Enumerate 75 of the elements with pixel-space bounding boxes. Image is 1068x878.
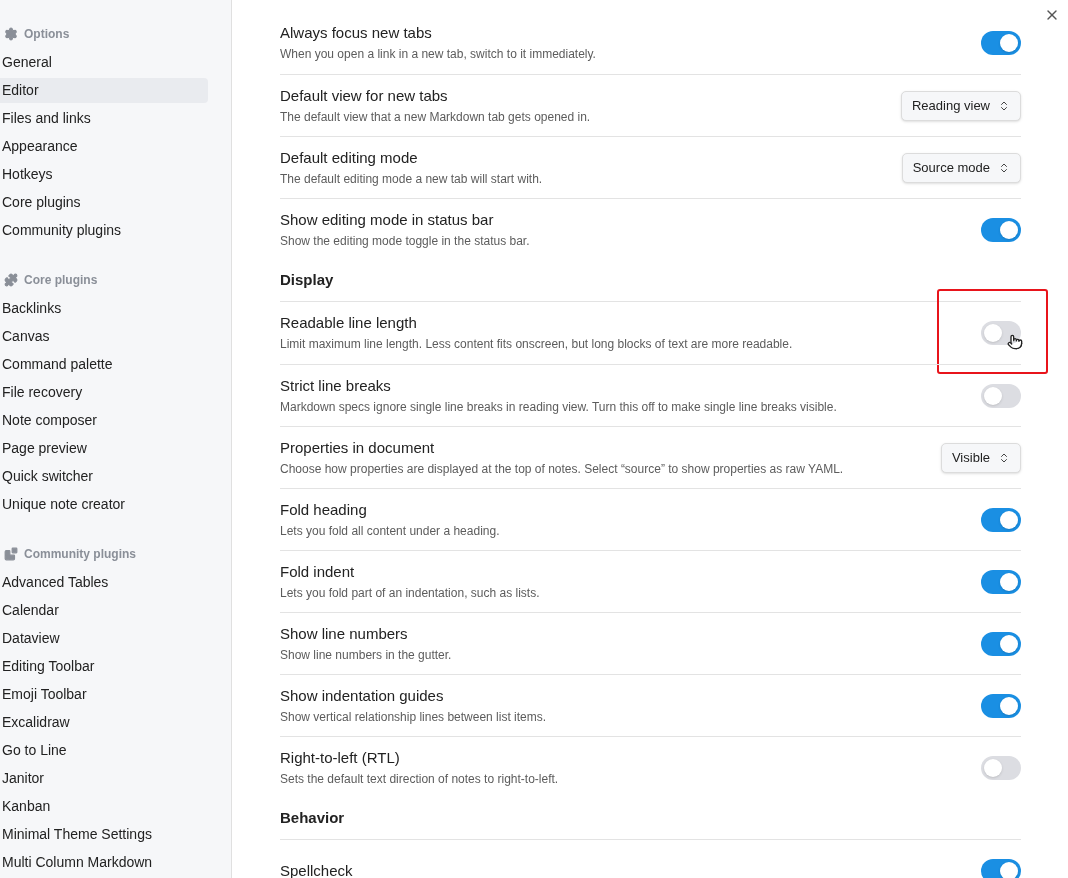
sidebar-item[interactable]: Page preview xyxy=(0,436,208,461)
sidebar-item[interactable]: Quick switcher xyxy=(0,464,208,489)
sidebar-item[interactable]: Files and links xyxy=(0,106,208,131)
sidebar-item[interactable]: File recovery xyxy=(0,380,208,405)
setting-description: The default view that a new Markdown tab gets opened in. xyxy=(280,109,592,125)
blocks-icon xyxy=(4,547,18,561)
setting-title: Default editing mode xyxy=(280,148,419,167)
sidebar-heading: Core plugins xyxy=(24,272,98,289)
settings-icon xyxy=(4,27,18,41)
setting-description: When you open a link in a new tab, switch to it immediately. xyxy=(280,47,597,62)
dropdown[interactable]: Reading view xyxy=(900,90,1021,121)
toggle-switch[interactable] xyxy=(981,755,1021,780)
setting-title: Show line numbers xyxy=(280,624,409,643)
sidebar-item[interactable]: General xyxy=(0,50,208,75)
setting-title: Always focus new tabs xyxy=(280,24,433,42)
chevron-icon xyxy=(998,161,1010,174)
toggle-switch[interactable] xyxy=(981,31,1021,55)
toggle-switch[interactable] xyxy=(981,321,1021,345)
sidebar-item[interactable]: Canvas xyxy=(0,324,208,349)
sidebar-item[interactable]: Dataview xyxy=(0,626,208,651)
toggle-switch[interactable] xyxy=(981,569,1021,594)
sidebar-item[interactable]: Unique note creator xyxy=(0,492,208,517)
sidebar-item[interactable]: Hotkeys xyxy=(0,162,208,187)
sidebar-item[interactable]: Advanced Tables xyxy=(0,570,208,595)
sidebar-item[interactable]: Minimal Theme Settings xyxy=(0,822,208,847)
sidebar-item[interactable]: Appearance xyxy=(0,134,208,159)
sidebar-heading: Community plugins xyxy=(24,546,136,563)
toggle-switch[interactable] xyxy=(981,859,1021,878)
setting-description: Show the editing mode toggle in the status bar. xyxy=(280,233,531,249)
sidebar-item[interactable]: Editing Toolbar xyxy=(0,654,208,679)
puzzle-icon xyxy=(4,273,18,287)
toggle-switch[interactable] xyxy=(981,631,1021,656)
setting-description: Lets you fold all content under a heading. xyxy=(280,523,501,539)
sidebar-item[interactable]: Calendar xyxy=(0,598,208,623)
setting-title: Right-to-left (RTL) xyxy=(280,748,401,767)
setting-description: Limit maximum line length. Less content fits onscreen, but long blocks of text are more readable. xyxy=(280,337,794,352)
sidebar-item[interactable]: Janitor xyxy=(0,766,208,791)
hand-pointer-icon xyxy=(1007,332,1023,352)
sidebar-item[interactable]: Community plugins xyxy=(0,218,208,243)
setting-description: Lets you fold part of an indentation, such as lists. xyxy=(280,585,541,601)
setting-title: Properties in document xyxy=(280,438,436,457)
setting-title: Show indentation guides xyxy=(280,686,445,705)
toggle-switch[interactable] xyxy=(981,507,1021,532)
dropdown[interactable]: Visible xyxy=(940,442,1021,473)
setting-title: Default view for new tabs xyxy=(280,86,449,105)
sidebar-item[interactable]: Note composer xyxy=(0,408,208,433)
setting-description: Markdown specs ignore single line breaks in reading view. Turn this off to make single line breaks visible. xyxy=(280,399,838,415)
setting-description: Show line numbers in the gutter. xyxy=(280,647,453,663)
setting-title: Fold indent xyxy=(280,562,356,581)
sidebar-item[interactable]: Editor xyxy=(0,78,208,103)
sidebar-item[interactable]: Go to Line xyxy=(0,738,208,763)
sidebar-item[interactable]: Core plugins xyxy=(0,190,208,215)
setting-title: Fold heading xyxy=(280,500,368,519)
toggle-switch[interactable] xyxy=(981,217,1021,242)
setting-description: The default editing mode a new tab will start with. xyxy=(280,171,544,187)
chevron-icon xyxy=(998,99,1010,112)
setting-title: Readable line length xyxy=(280,314,418,332)
setting-description: Sets the default text direction of notes to right-to-left. xyxy=(280,771,560,787)
toggle-switch[interactable] xyxy=(981,383,1021,408)
setting-title: Show editing mode in status bar xyxy=(280,210,495,229)
sidebar-item[interactable]: Kanban xyxy=(0,794,208,819)
sidebar-item[interactable]: Backlinks xyxy=(0,296,208,321)
sidebar-item[interactable]: Emoji Toolbar xyxy=(0,682,208,707)
setting-description: Show vertical relationship lines between list items. xyxy=(280,709,548,725)
dropdown[interactable]: Source mode xyxy=(901,152,1021,183)
toggle-switch[interactable] xyxy=(981,693,1021,718)
chevron-icon xyxy=(998,451,1010,464)
section-heading: Display xyxy=(280,270,334,291)
sidebar-heading: Options xyxy=(24,26,70,43)
section-heading: Behavior xyxy=(280,808,345,829)
sidebar-item[interactable]: Excalidraw xyxy=(0,710,208,735)
setting-title: Strict line breaks xyxy=(280,376,392,395)
setting-description: Choose how properties are displayed at the top of notes. Select “source” to show properties as raw YAML. xyxy=(280,461,845,477)
sidebar-item[interactable]: Command palette xyxy=(0,352,208,377)
sidebar-item[interactable]: Multi Column Markdown xyxy=(0,850,208,875)
